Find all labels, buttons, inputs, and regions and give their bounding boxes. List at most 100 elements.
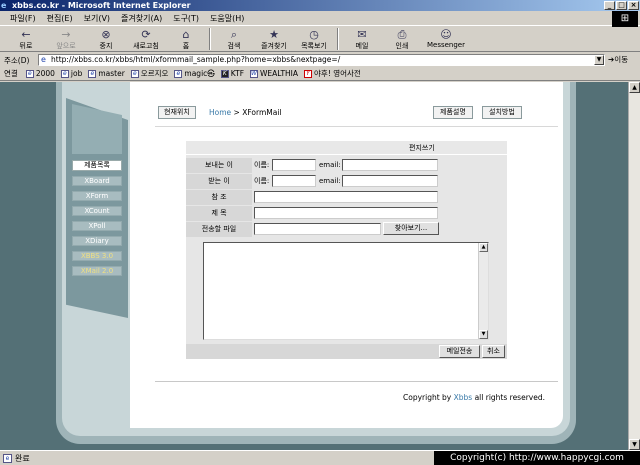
status-text: 완료 xyxy=(15,454,30,463)
refresh-button[interactable]: ⟳ 새로고침 xyxy=(126,27,166,52)
cc-input[interactable] xyxy=(254,191,438,203)
scroll-up-icon[interactable]: ▲ xyxy=(629,82,640,93)
link-job[interactable]: e job xyxy=(60,69,82,78)
ie-logo-icon: e xyxy=(1,1,7,10)
divider xyxy=(155,381,558,382)
sender-name-input[interactable] xyxy=(272,159,316,171)
history-icon: ◷ xyxy=(309,28,319,41)
minimize-button[interactable]: _ xyxy=(604,1,615,10)
textarea-scrollbar[interactable]: ▲ ▼ xyxy=(478,243,488,339)
menu-bar: 파일(F) 편집(E) 보기(V) 즐겨찾기(A) 도구(T) 도움말(H) xyxy=(0,11,640,26)
forward-button[interactable]: → 앞으로 xyxy=(46,27,86,52)
menu-file[interactable]: 파일(F) xyxy=(10,13,36,24)
scroll-up-icon[interactable]: ▲ xyxy=(479,243,488,252)
maximize-button[interactable]: □ xyxy=(616,1,627,10)
menu-item-xdiary[interactable]: XDiary xyxy=(72,236,122,246)
receiver-name-label: 이름: xyxy=(254,177,270,185)
subject-input[interactable] xyxy=(254,207,438,219)
menu-view[interactable]: 보기(V) xyxy=(84,13,110,24)
print-button[interactable]: ⎙ 인쇄 xyxy=(382,27,422,52)
product-description-button[interactable]: 제품설명 xyxy=(433,106,473,119)
sender-label: 보내는 이 xyxy=(186,158,252,173)
menu-edit[interactable]: 편집(E) xyxy=(47,13,73,24)
breadcrumb-home-link[interactable]: Home xyxy=(209,108,231,117)
link-page-icon: e xyxy=(88,69,97,78)
sender-name-label: 이름: xyxy=(254,161,270,169)
menu-favorites[interactable]: 즐겨찾기(A) xyxy=(121,13,162,24)
menu-item-xbbs[interactable]: XBBS 3.0 xyxy=(72,251,122,261)
menu-item-xcount[interactable]: XCount xyxy=(72,206,122,216)
mail-button[interactable]: ✉ 메일 xyxy=(342,27,382,52)
link-orgio[interactable]: e 오르지오 xyxy=(130,68,168,79)
scroll-down-icon[interactable]: ▼ xyxy=(479,330,488,339)
ktf-logo-icon: K xyxy=(220,69,229,78)
subject-row: 제 목 xyxy=(186,206,507,221)
links-bar: 연결 e 2000 e job e master e 오르지오 e magic㉿ K KTF… xyxy=(0,67,640,81)
xbbs-link[interactable]: Xbbs xyxy=(454,393,473,402)
message-textarea[interactable]: ▲ ▼ xyxy=(203,242,489,340)
messenger-icon: ☺ xyxy=(440,28,452,41)
menu-item-xmail[interactable]: XMail 2.0 xyxy=(72,266,122,276)
menu-help[interactable]: 도움말(H) xyxy=(210,13,244,24)
favorites-button[interactable]: ★ 즐겨찾기 xyxy=(254,27,294,52)
history-button[interactable]: ◷ 목록보기 xyxy=(294,27,334,52)
stop-icon: ⊗ xyxy=(101,28,111,41)
stop-button[interactable]: ⊗ 중지 xyxy=(86,27,126,52)
print-icon: ⎙ xyxy=(397,28,407,41)
home-button[interactable]: ⌂ 홈 xyxy=(166,27,206,52)
address-input[interactable]: e http://xbbs.co.kr/xbbs/html/xformmail_… xyxy=(38,54,605,66)
window-title: xbbs.co.kr - Microsoft Internet Explorer xyxy=(12,1,191,10)
link-magic[interactable]: e magic㉿ xyxy=(174,68,215,79)
file-row: 전송할 파일 찾아보기... xyxy=(186,222,507,237)
address-url: http://xbbs.co.kr/xbbs/html/xformmail_sa… xyxy=(51,55,341,64)
link-yahoo-dictionary[interactable]: Y 야후! 영어사전 xyxy=(304,68,361,79)
form-title: 편지쓰기 xyxy=(186,141,507,155)
messenger-button[interactable]: ☺ Messenger xyxy=(422,27,470,52)
toolbar-divider xyxy=(337,28,339,50)
address-bar: 주소(D) e http://xbbs.co.kr/xbbs/html/xfor… xyxy=(0,53,640,67)
menu-tools[interactable]: 도구(T) xyxy=(173,13,199,24)
link-master[interactable]: e master xyxy=(88,69,125,78)
search-button[interactable]: ⌕ 검색 xyxy=(214,27,254,52)
windows-logo-icon: ⊞ xyxy=(612,11,638,27)
link-2000[interactable]: e 2000 xyxy=(25,69,55,78)
receiver-email-label: email: xyxy=(319,177,341,185)
page-icon: e xyxy=(41,55,46,64)
install-guide-button[interactable]: 설치방법 xyxy=(482,106,522,119)
scroll-down-icon[interactable]: ▼ xyxy=(629,439,640,450)
home-icon: ⌂ xyxy=(182,28,190,41)
go-button[interactable]: ➔이동 xyxy=(608,54,628,65)
cc-row: 참 조 xyxy=(186,190,507,205)
product-menu-title: 제품목록 xyxy=(72,160,122,171)
send-mail-button[interactable]: 메일전송 xyxy=(439,345,480,358)
toolbar-divider xyxy=(209,28,211,50)
sender-email-input[interactable] xyxy=(342,159,438,171)
link-ktf[interactable]: K KTF xyxy=(220,69,244,78)
browse-button[interactable]: 찾아보기... xyxy=(383,222,439,235)
back-button[interactable]: ← 뒤로 xyxy=(6,27,46,52)
address-dropdown-button[interactable]: ▼ xyxy=(594,55,604,65)
sender-row: 보내는 이 이름: email: xyxy=(186,158,507,173)
file-input[interactable] xyxy=(254,223,381,235)
link-page-icon: e xyxy=(25,69,34,78)
mail-icon: ✉ xyxy=(357,28,367,41)
close-button[interactable]: × xyxy=(628,1,639,10)
window-titlebar[interactable]: e xbbs.co.kr - Microsoft Internet Explor… xyxy=(0,0,640,11)
divider xyxy=(155,126,558,127)
page-scrollbar[interactable]: ▲ ▼ xyxy=(628,82,640,450)
toolbar: ← 뒤로 → 앞으로 ⊗ 중지 ⟳ 새로고침 ⌂ 홈 ⌕ 검색 ★ 즐겨찾기 ◷… xyxy=(0,27,640,52)
receiver-email-input[interactable] xyxy=(342,175,438,187)
back-arrow-icon: ← xyxy=(21,28,31,41)
menu-item-xpoll[interactable]: XPoll xyxy=(72,221,122,231)
cancel-button[interactable]: 취소 xyxy=(482,345,505,358)
file-label: 전송할 파일 xyxy=(186,222,252,237)
watermark-caption: Copyright(c) http://www.happycgi.com xyxy=(434,451,640,465)
sender-email-label: email: xyxy=(319,161,341,169)
link-page-icon: e xyxy=(174,69,183,78)
menu-item-xform[interactable]: XForm xyxy=(72,191,122,201)
receiver-name-input[interactable] xyxy=(272,175,316,187)
link-wealthia[interactable]: W WEALTHIA xyxy=(250,69,298,78)
subject-label: 제 목 xyxy=(186,206,252,221)
form-footer: 메일전송 취소 xyxy=(186,344,507,359)
menu-item-xboard[interactable]: XBoard xyxy=(72,176,122,186)
